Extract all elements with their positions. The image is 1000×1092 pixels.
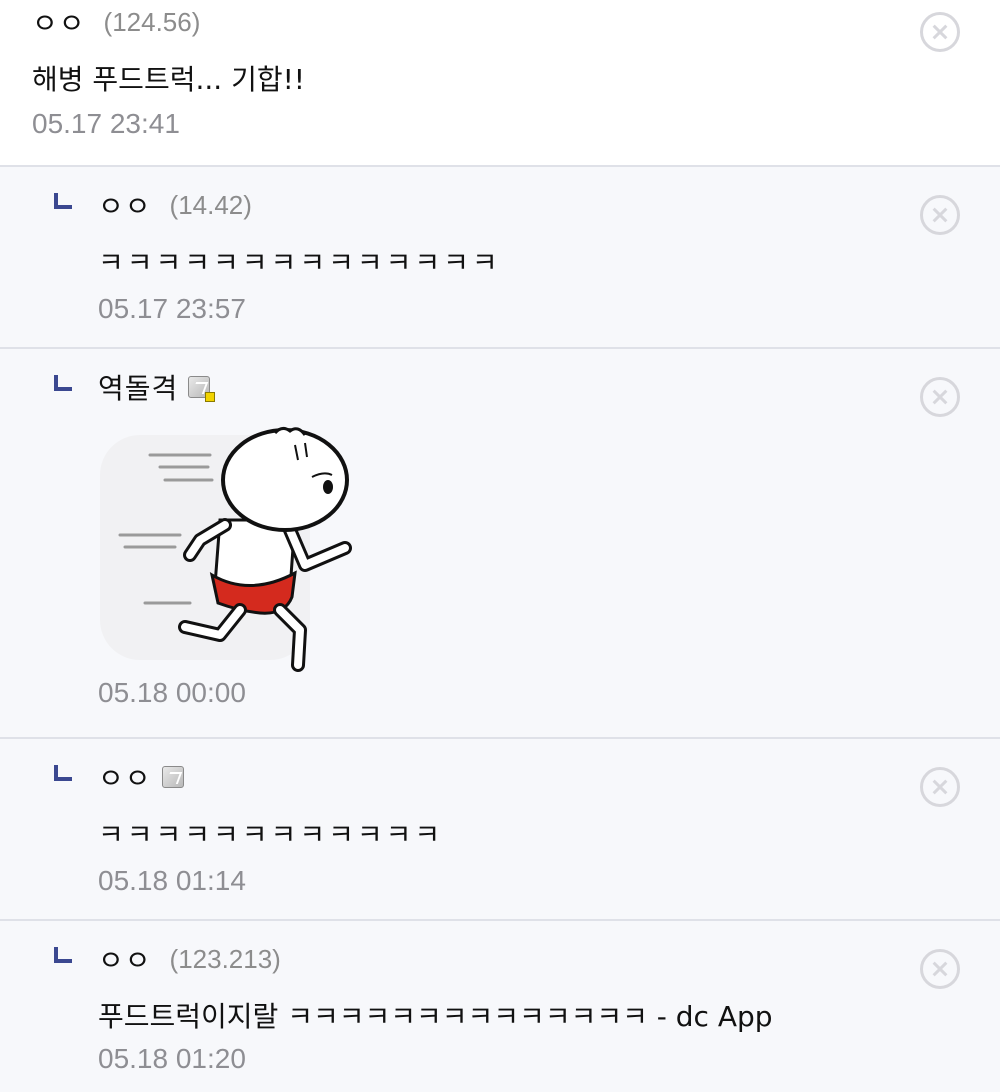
comment-author-line: ㅇㅇ (14.42) — [98, 185, 252, 225]
comment-date: 05.18 01:20 — [98, 1043, 246, 1074]
comment-author-line: ㅇㅇ (123.213) — [98, 939, 281, 979]
comment-text: 해병 푸드트럭... 기합!! — [32, 63, 306, 96]
delete-comment-button[interactable] — [920, 12, 960, 52]
comment-nickname[interactable]: ㅇㅇ — [98, 757, 152, 797]
delete-comment-button[interactable] — [920, 767, 960, 807]
comment-ip: (124.56) — [103, 6, 201, 37]
comment-date: 05.17 23:41 — [32, 108, 180, 139]
reply-item: ㅇㅇ (14.42) ㅋㅋㅋㅋㅋㅋㅋㅋㅋㅋㅋㅋㅋㅋ 05.17 23:57 — [0, 167, 1000, 349]
comment-ip: (123.213) — [169, 943, 281, 974]
delete-comment-button[interactable] — [920, 949, 960, 989]
reply-arrow-icon — [54, 765, 72, 781]
comment-date: 05.17 23:57 — [98, 293, 246, 324]
comment-date: 05.18 01:14 — [98, 865, 246, 896]
fixed-gallog-icon[interactable] — [188, 376, 216, 402]
comment-author-line: ㅇㅇ (124.56) — [32, 2, 201, 42]
running-dumpling-sticker — [100, 426, 352, 672]
comment-date: 05.18 00:00 — [98, 677, 246, 708]
comment-text: ㅋㅋㅋㅋㅋㅋㅋㅋㅋㅋㅋㅋㅋㅋ — [98, 246, 501, 279]
comment-item: ㅇㅇ (124.56) 해병 푸드트럭... 기합!! 05.17 23:41 — [0, 0, 1000, 167]
delete-comment-button[interactable] — [920, 195, 960, 235]
comment-nickname[interactable]: ㅇㅇ — [98, 939, 152, 979]
comment-author-line: 역돌격 — [98, 367, 216, 407]
comment-text: ㅋㅋㅋㅋㅋㅋㅋㅋㅋㅋㅋㅋ — [98, 818, 444, 851]
reply-arrow-icon — [54, 193, 72, 209]
gallog-icon[interactable] — [161, 766, 184, 788]
comment-ip: (14.42) — [169, 189, 252, 220]
reply-arrow-icon — [54, 947, 72, 963]
delete-comment-button[interactable] — [920, 377, 960, 417]
comment-nickname[interactable]: ㅇㅇ — [98, 185, 152, 225]
reply-item: ㅇㅇ ㅋㅋㅋㅋㅋㅋㅋㅋㅋㅋㅋㅋ 05.18 01:14 — [0, 739, 1000, 921]
comment-text: 푸드트럭이지랄 ㅋㅋㅋㅋㅋㅋㅋㅋㅋㅋㅋㅋㅋㅋ - dc App — [98, 1000, 773, 1033]
character-head — [221, 428, 349, 532]
comment-nickname[interactable]: ㅇㅇ — [32, 2, 86, 42]
reply-arrow-icon — [54, 375, 72, 391]
comment-author-line: ㅇㅇ — [98, 759, 184, 795]
reply-item: ㅇㅇ (123.213) 푸드트럭이지랄 ㅋㅋㅋㅋㅋㅋㅋㅋㅋㅋㅋㅋㅋㅋ - dc… — [0, 921, 1000, 1092]
comment-nickname[interactable]: 역돌격 — [98, 367, 178, 407]
